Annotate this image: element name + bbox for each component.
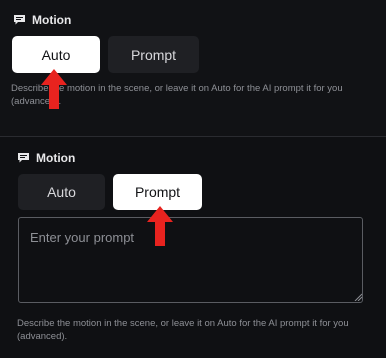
message-icon — [14, 15, 25, 25]
red-arrow-annotation — [41, 69, 67, 109]
red-arrow-annotation — [147, 206, 173, 246]
prompt-button[interactable]: Prompt — [108, 36, 199, 73]
prompt-button[interactable]: Prompt — [113, 174, 202, 210]
motion-header: Motion — [18, 151, 75, 165]
motion-panel-auto: Motion Auto Prompt Describe the motion i… — [0, 0, 386, 136]
resize-handle-icon[interactable] — [354, 293, 362, 301]
auto-button[interactable]: Auto — [18, 174, 105, 210]
prompt-input[interactable] — [18, 217, 363, 303]
motion-title: Motion — [32, 13, 72, 27]
message-icon — [18, 153, 29, 163]
motion-description: Describe the motion in the scene, or lea… — [17, 318, 349, 342]
motion-header: Motion — [14, 13, 71, 27]
auto-button[interactable]: Auto — [12, 36, 100, 73]
motion-title: Motion — [36, 151, 76, 165]
